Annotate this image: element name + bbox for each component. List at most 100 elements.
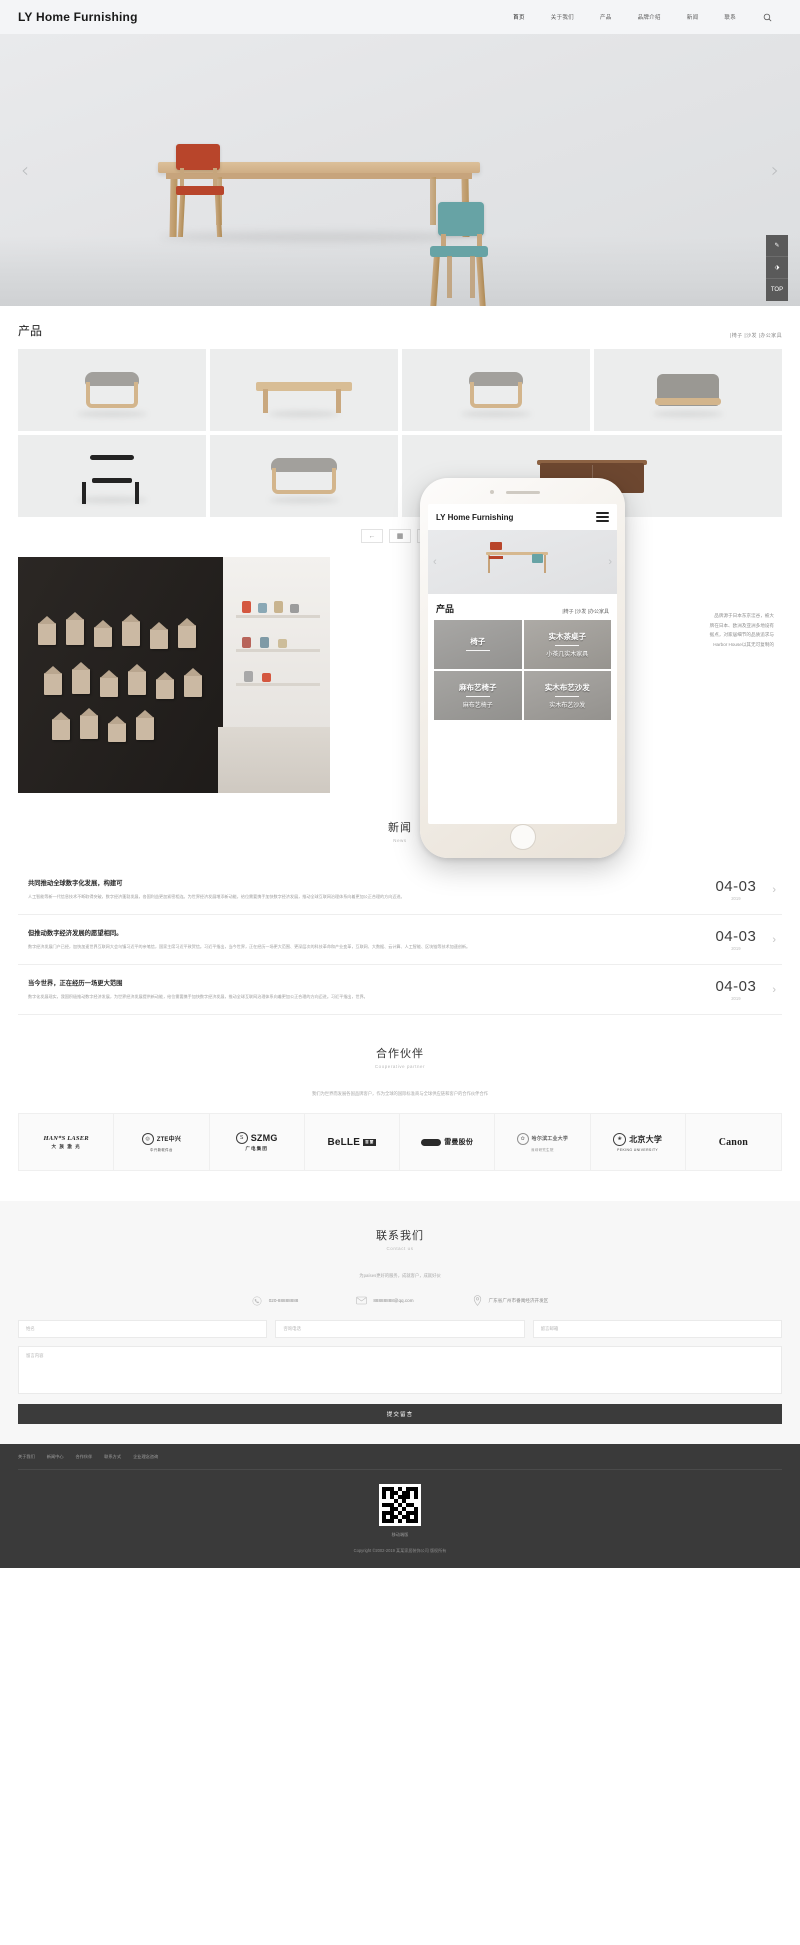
phone-product-card[interactable]: 实木布艺沙发 实木布艺沙发 <box>523 671 611 720</box>
partner-logo-hit[interactable]: ✿ 哈尔滨工业大学 深圳研究生院 <box>495 1114 591 1170</box>
product-card[interactable] <box>210 435 398 517</box>
partner-subname: 深圳研究生院 <box>531 1147 554 1152</box>
site-header: LY Home Furnishing 首页 关于我们 产品 品牌介绍 新闻 联系 <box>0 0 800 34</box>
chevron-right-icon[interactable]: › <box>772 984 776 996</box>
partner-name: BeLLE <box>327 1136 361 1148</box>
partner-name: SZMG <box>250 1133 278 1143</box>
search-icon[interactable] <box>762 12 772 22</box>
phone-product-card[interactable]: 实木茶桌子 小茶几实木家具 <box>523 620 611 669</box>
footer-link-philosophy[interactable]: 企业理念咨询 <box>133 1454 158 1460</box>
phone-field[interactable]: 咨询电话 <box>275 1320 525 1338</box>
site-logo[interactable]: LY Home Furnishing <box>18 10 138 24</box>
copyright-text: Copyright ©2002-2019 某某家居装饰公司 版权所有 <box>353 1548 447 1553</box>
footer-link-about[interactable]: 关于我们 <box>18 1454 35 1460</box>
hamburger-menu-icon[interactable] <box>596 512 609 522</box>
partner-logo-canon[interactable]: Canon <box>686 1114 781 1170</box>
phone-card-title: 实木茶桌子 <box>548 632 587 641</box>
phone-screen: LY Home Furnishing ‹ › 产品 |椅子 |沙发 |办公家具 … <box>428 504 617 824</box>
contact-phone-value: 020-88888888 <box>268 1298 299 1303</box>
nav-item-news[interactable]: 新闻 <box>687 13 699 21</box>
nav-item-products[interactable]: 产品 <box>600 13 612 21</box>
hero-red-chair-back <box>176 144 220 170</box>
pagination-prev-button[interactable]: ← <box>361 529 383 543</box>
chat-bubble-icon[interactable]: ✎ <box>766 235 788 257</box>
table-shadow <box>160 232 480 242</box>
footer-link-news[interactable]: 新闻中心 <box>47 1454 64 1460</box>
hero-table-apron <box>166 173 472 179</box>
contact-phone[interactable]: 020-88888888 <box>252 1295 299 1306</box>
phone-home-button[interactable] <box>509 824 536 850</box>
hero-prev-arrow[interactable]: ‹ <box>14 158 36 182</box>
contact-address-value: 广东省广州市番禺经济开发区 <box>488 1297 549 1303</box>
chevron-right-icon[interactable]: › <box>772 884 776 896</box>
stool-frame-shape <box>272 467 336 494</box>
message-textarea[interactable]: 留言内容 <box>18 1346 782 1394</box>
news-day: 04-03 <box>715 878 757 895</box>
news-meta: 04-03 2019 › <box>715 928 776 951</box>
news-section: 新闻 News 共同推动全球数字化发展，构建可 人工智能等新一代信息技术不断取得… <box>0 793 800 1015</box>
phone-product-card[interactable]: 椅子 <box>434 620 522 669</box>
news-content: 但推动数字经济发展的愿望相同。 数字经济发展门户已经，加快加速世界互联网大会乌镇… <box>28 928 715 951</box>
location-pin-icon <box>472 1295 483 1306</box>
phone-prev-arrow[interactable]: ‹ <box>433 556 437 568</box>
submit-button[interactable]: 提交留言 <box>18 1404 782 1424</box>
partner-logo-pku[interactable]: ❀ 北京大学 PEKING UNIVERSITY <box>591 1114 686 1170</box>
hero-floor <box>0 236 800 306</box>
hero-red-chair-seat <box>176 186 224 195</box>
section-subtitle: News <box>393 838 407 843</box>
back-to-top-icon[interactable]: TOP <box>766 279 788 301</box>
showroom-image[interactable] <box>18 557 330 793</box>
footer-link-contact[interactable]: 联系方式 <box>104 1454 121 1460</box>
product-card[interactable] <box>210 349 398 431</box>
news-year: 2019 <box>731 996 741 1001</box>
partner-logo-zte[interactable]: ◎ ZTE中兴 中兴新软件台 <box>114 1114 210 1170</box>
pagination-grid-button[interactable]: ▦ <box>389 529 411 543</box>
product-card[interactable] <box>402 349 590 431</box>
partner-logo-grid: HAN*S LASER 大 族 激 光 ◎ ZTE中兴 中兴新软件台 S SZM… <box>18 1113 782 1171</box>
product-card[interactable] <box>594 349 782 431</box>
section-subtitle: Cooperative partner <box>374 1064 426 1069</box>
section-title: 新闻 <box>388 822 412 834</box>
hero-next-arrow[interactable]: › <box>764 158 786 182</box>
news-content: 共同推动全球数字化发展，构建可 人工智能等新一代信息技术不断取得突破，数字经济蓬… <box>28 878 715 901</box>
product-grid <box>18 349 782 517</box>
contact-section: 联系我们 Contact us 为países更好的服务，成就客户，成就好伙 0… <box>0 1201 800 1444</box>
news-list-item[interactable]: 当今世界，正在经历一场更大范围 数字化发展现实，我国积极推动数字经济发展，为世界… <box>18 965 782 1015</box>
brand-section: 品牌源于日本东京涩谷，被大 牌在日本、欧洲及亚洲多地设有 据点，对家居细节的品质… <box>0 557 800 793</box>
phone-product-categories[interactable]: |椅子 |沙发 |办公家具 <box>562 608 609 615</box>
phone-next-arrow[interactable]: › <box>608 556 612 568</box>
partner-logo-hans-laser[interactable]: HAN*S LASER 大 族 激 光 <box>19 1114 115 1170</box>
chair-back-shape <box>90 454 134 460</box>
nav-item-home[interactable]: 首页 <box>513 13 525 21</box>
news-meta: 04-03 2019 › <box>715 978 776 1001</box>
contact-email[interactable]: 88888888@qq.com <box>356 1295 414 1306</box>
nav-item-contact[interactable]: 联系 <box>724 13 736 21</box>
email-field[interactable]: 留言邮箱 <box>532 1320 782 1338</box>
name-field[interactable]: 姓名 <box>18 1320 268 1338</box>
hero-teal-chair-seat <box>430 246 488 257</box>
news-list-item[interactable]: 共同推动全球数字化发展，构建可 人工智能等新一代信息技术不断取得突破，数字经济蓬… <box>18 865 782 915</box>
phone-product-card[interactable]: 麻布艺椅子 麻布艺椅子 <box>434 671 522 720</box>
partner-logo-belle[interactable]: BeLLE 百丽 <box>305 1114 400 1170</box>
partner-logo-szmg[interactable]: S SZMG 广电集团 <box>210 1114 305 1170</box>
chair-seat-shape <box>92 477 132 483</box>
footer-link-partners[interactable]: 合作伙伴 <box>76 1454 93 1460</box>
section-title: 联系我们 <box>376 1230 424 1242</box>
qrcode-icon[interactable]: ⬗ <box>766 257 788 279</box>
news-date: 04-03 2019 <box>715 978 756 1001</box>
phone-logo[interactable]: LY Home Furnishing <box>436 513 513 522</box>
product-categories[interactable]: |椅子 |沙发 |办公家具 <box>730 332 782 339</box>
section-title: 合作伙伴 <box>376 1048 424 1060</box>
product-card[interactable] <box>18 349 206 431</box>
product-card[interactable] <box>18 435 206 517</box>
phone-icon <box>252 1295 263 1306</box>
nav-item-brand[interactable]: 品牌介绍 <box>638 13 661 21</box>
pku-seal-icon: ❀ <box>613 1132 627 1146</box>
nav-item-about[interactable]: 关于我们 <box>551 13 574 21</box>
partner-logo-leyard[interactable]: 雷曼股份 <box>400 1114 496 1170</box>
news-date: 04-03 2019 <box>715 928 756 951</box>
zte-mark-icon: ◎ <box>141 1132 154 1145</box>
news-list-item[interactable]: 但推动数字经济发展的愿望相同。 数字经济发展门户已经，加快加速世界互联网大会乌镇… <box>18 915 782 965</box>
chevron-right-icon[interactable]: › <box>772 934 776 946</box>
contact-address[interactable]: 广东省广州市番禺经济开发区 <box>472 1295 549 1306</box>
